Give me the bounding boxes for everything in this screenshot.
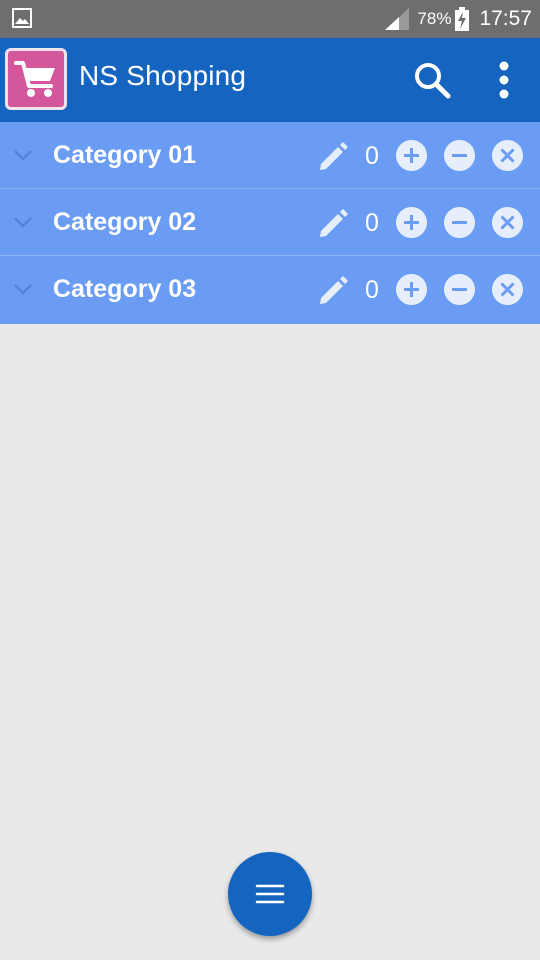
close-icon [500, 215, 515, 230]
category-name: Category 03 [53, 275, 197, 303]
shopping-cart-icon [14, 61, 55, 97]
decrement-button[interactable] [444, 274, 475, 305]
plus-icon [404, 215, 419, 230]
category-count: 0 [365, 209, 379, 237]
decrement-button[interactable] [444, 140, 475, 171]
chevron-down-icon[interactable] [12, 280, 34, 298]
battery-charging-icon [455, 7, 470, 31]
close-icon [500, 148, 515, 163]
delete-button[interactable] [492, 274, 523, 305]
edit-icon[interactable] [316, 207, 350, 241]
increment-button[interactable] [396, 207, 427, 238]
search-icon [415, 63, 451, 99]
delete-button[interactable] [492, 140, 523, 171]
edit-icon[interactable] [316, 140, 350, 174]
increment-button[interactable] [396, 274, 427, 305]
more-vert-icon [499, 61, 509, 99]
category-row[interactable]: Category 03 0 [0, 256, 540, 324]
category-name: Category 01 [53, 141, 197, 169]
close-icon [500, 282, 515, 297]
edit-icon[interactable] [316, 274, 350, 308]
app-logo [5, 48, 67, 110]
chevron-down-icon[interactable] [12, 146, 34, 164]
app-bar: NS Shopping [0, 38, 540, 122]
menu-fab[interactable] [228, 852, 312, 936]
signal-icon [385, 8, 410, 30]
category-count: 0 [365, 276, 379, 304]
search-button[interactable] [410, 58, 454, 102]
image-icon [12, 8, 32, 28]
app-title: NS Shopping [79, 60, 247, 91]
minus-icon [452, 154, 467, 157]
minus-icon [452, 221, 467, 224]
plus-icon [404, 282, 419, 297]
menu-icon [255, 884, 285, 904]
status-bar: 78% 17:57 [0, 0, 540, 38]
category-row[interactable]: Category 02 0 [0, 189, 540, 256]
battery-percentage: 78% [417, 9, 452, 28]
decrement-button[interactable] [444, 207, 475, 238]
category-list: Category 01 0 Category 02 0 Category 03 … [0, 122, 540, 324]
category-row[interactable]: Category 01 0 [0, 122, 540, 189]
delete-button[interactable] [492, 207, 523, 238]
category-name: Category 02 [53, 208, 197, 236]
chevron-down-icon[interactable] [12, 213, 34, 231]
app-screen: 78% 17:57 NS Shopping Category 01 0 Cate… [0, 0, 540, 960]
increment-button[interactable] [396, 140, 427, 171]
clock: 17:57 [479, 7, 532, 30]
more-options-button[interactable] [482, 58, 526, 102]
category-count: 0 [365, 142, 379, 170]
minus-icon [452, 288, 467, 291]
status-right: 78% 17:57 [385, 0, 532, 38]
plus-icon [404, 148, 419, 163]
